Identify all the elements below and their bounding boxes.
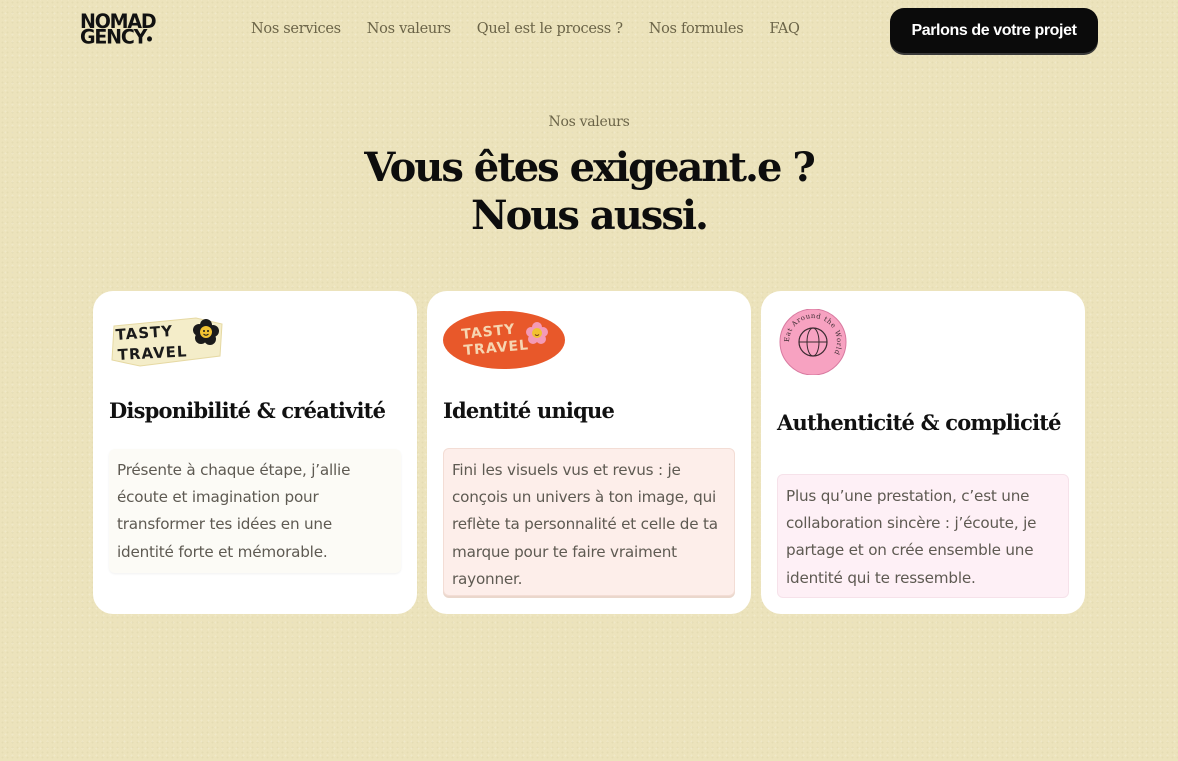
contact-cta-button[interactable]: Parlons de votre projet [890, 8, 1098, 53]
logo-dot-icon [147, 36, 153, 42]
section-headline: Vous êtes exigeant.e ? Nous aussi. [0, 144, 1178, 240]
nav-link-valeurs[interactable]: Nos valeurs [367, 21, 451, 37]
nav-link-formules[interactable]: Nos formules [649, 21, 744, 37]
card-title: Authenticité & complicité [777, 410, 1062, 435]
tasty-travel-sticker: TASTY TRAVEL [111, 317, 223, 367]
nav-link-services[interactable]: Nos services [251, 21, 341, 37]
card-description: Présente à chaque étape, j’allie écoute … [109, 449, 401, 573]
value-card: TASTY TRAVEL Identité unique Fini les vi… [427, 291, 751, 614]
value-card: Eat Around the World Authenticité & comp… [761, 291, 1085, 614]
logo-line-2: GENCY [80, 25, 147, 49]
tasty-travel-orange-sticker: TASTY TRAVEL [443, 311, 565, 369]
values-cards: TASTY TRAVEL Disponibilité & créativité … [93, 291, 1085, 614]
card-description: Fini les visuels vus et revus : je conço… [443, 448, 735, 596]
card-title: Identité unique [443, 398, 615, 423]
brand-logo[interactable]: NOMAD GENCY [80, 12, 157, 49]
nav-link-faq[interactable]: FAQ [769, 21, 800, 37]
nav-link-process[interactable]: Quel est le process ? [477, 21, 623, 37]
section-eyebrow: Nos valeurs [548, 114, 630, 130]
card-title: Disponibilité & créativité [109, 398, 386, 423]
site-header: NOMAD GENCY Nos services Nos valeurs Que… [0, 0, 1178, 62]
main-nav: Nos services Nos valeurs Quel est le pro… [251, 21, 826, 37]
headline-line-2: Nous aussi. [471, 192, 709, 239]
eat-around-world-sticker: Eat Around the World [779, 309, 847, 375]
card-description: Plus qu’une prestation, c’est une collab… [777, 474, 1069, 598]
sticker-text-2: TRAVEL [117, 342, 188, 364]
headline-line-1: Vous êtes exigeant.e ? [364, 144, 816, 191]
value-card: TASTY TRAVEL Disponibilité & créativité … [93, 291, 417, 614]
